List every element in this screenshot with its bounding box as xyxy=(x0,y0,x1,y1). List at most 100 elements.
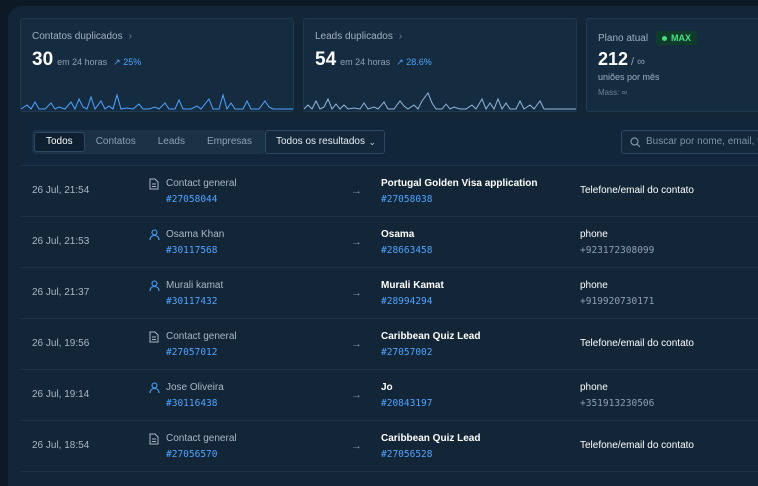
row-date: 26 Jul, 21:54 xyxy=(32,185,90,196)
row-date: 26 Jul, 21:37 xyxy=(32,287,90,298)
stat-card-plano[interactable]: Plano atual MAX 212/ ∞ uniões por mês Mas… xyxy=(586,18,758,112)
user-icon xyxy=(149,382,160,394)
document-icon xyxy=(149,178,159,190)
source-id-link[interactable]: #27057012 xyxy=(166,347,217,358)
search-icon xyxy=(630,137,641,148)
target-id-link[interactable]: #28663458 xyxy=(381,245,432,256)
match-field: Telefone/email do contato xyxy=(580,338,694,349)
source-id-link[interactable]: #27058044 xyxy=(166,194,217,205)
stat-card-leads[interactable]: Leads duplicados › 54 em 24 horas ↗ 28.6% xyxy=(303,18,577,112)
tab-todos[interactable]: Todos xyxy=(34,132,85,152)
document-icon xyxy=(149,331,159,343)
table-row[interactable]: 26 Jul, 21:53 Osama Khan #30117568 → Osa… xyxy=(20,217,758,268)
match-field: phone xyxy=(580,382,608,393)
target-name: Caribbean Quiz Lead xyxy=(381,331,481,342)
arrow-right-icon: → xyxy=(351,389,362,401)
status-dot-icon xyxy=(662,36,668,42)
stat-value-leads: 54 em 24 horas ↗ 28.6% xyxy=(315,49,432,71)
table-row[interactable]: 26 Jul, 21:54 Contact general #27058044 … xyxy=(20,166,758,217)
target-id-link[interactable]: #27056528 xyxy=(381,449,432,460)
stat-title-contatos: Contatos duplicados › xyxy=(32,31,132,42)
row-date: 26 Jul, 19:14 xyxy=(32,389,90,400)
plan-title: Plano atual MAX xyxy=(598,31,698,45)
stat-number: 30 xyxy=(32,49,54,70)
arrow-right-icon: → xyxy=(351,185,362,197)
source-id-link[interactable]: #30117432 xyxy=(166,296,217,307)
source-name: Osama Khan xyxy=(166,229,225,240)
table-row[interactable]: 26 Jul, 18:54 Contact general #27056570 … xyxy=(20,421,758,472)
table-row[interactable]: 26 Jul, 19:14 Jose Oliveira #30116438 → … xyxy=(20,370,758,421)
row-date: 26 Jul, 18:54 xyxy=(32,440,90,451)
arrow-right-icon: → xyxy=(351,338,362,350)
target-name: Osama xyxy=(381,229,415,240)
stat-title-text: Contatos duplicados xyxy=(32,31,123,42)
match-field: phone xyxy=(580,229,608,240)
sparkline-leads xyxy=(304,91,576,111)
stat-value-contatos: 30 em 24 horas ↗ 25% xyxy=(32,49,141,71)
plan-usage: 212/ ∞ xyxy=(598,49,645,70)
source-id-link[interactable]: #27056570 xyxy=(166,449,217,460)
filter-toolbar: Todos Contatos Leads Empresas Todos os r… xyxy=(20,118,758,166)
plan-badge-label: MAX xyxy=(671,33,692,43)
filter-tabs: Todos Contatos Leads Empresas xyxy=(32,130,265,154)
plan-usage-limit: / ∞ xyxy=(631,56,646,68)
match-field: Telefone/email do contato xyxy=(580,185,694,196)
table-row[interactable]: 26 Jul, 19:56 Contact general #27057012 … xyxy=(20,319,758,370)
app-frame: Contatos duplicados › 30 em 24 horas ↗ 25% … xyxy=(8,6,758,486)
stat-change: ↗ 28.6% xyxy=(396,57,432,67)
plan-title-text: Plano atual xyxy=(598,33,649,44)
target-name: Caribbean Quiz Lead xyxy=(381,433,481,444)
user-icon xyxy=(149,229,160,241)
source-id-link[interactable]: #30116438 xyxy=(166,398,217,409)
tab-leads[interactable]: Leads xyxy=(147,132,196,152)
chevron-down-icon: ⌄ xyxy=(368,137,376,147)
sparkline-contatos xyxy=(21,93,293,111)
target-id-link[interactable]: #20843197 xyxy=(381,398,432,409)
target-id-link[interactable]: #28994294 xyxy=(381,296,432,307)
row-date: 26 Jul, 21:53 xyxy=(32,236,90,247)
source-name: Contact general xyxy=(166,331,237,342)
arrow-right-icon: → xyxy=(351,440,362,452)
search-input[interactable]: Buscar por nome, email, telefone xyxy=(621,130,758,154)
match-value: +351913230506 xyxy=(580,398,655,409)
source-id-link[interactable]: #30117568 xyxy=(166,245,217,256)
stat-period: em 24 horas xyxy=(340,57,391,67)
stat-number: 54 xyxy=(315,49,337,70)
target-name: Jo xyxy=(381,382,393,393)
plan-badge: MAX xyxy=(656,31,698,45)
arrow-right-icon: → xyxy=(351,236,362,248)
row-date: 26 Jul, 19:56 xyxy=(32,338,90,349)
source-name: Contact general xyxy=(166,433,237,444)
results-select-value: Todos os resultados xyxy=(276,136,365,147)
stat-title-text: Leads duplicados xyxy=(315,31,393,42)
user-icon xyxy=(149,280,160,292)
target-name: Portugal Golden Visa application xyxy=(381,178,538,189)
match-field: phone xyxy=(580,280,608,291)
target-id-link[interactable]: #27057002 xyxy=(381,347,432,358)
plan-usage-value: 212 xyxy=(598,49,629,69)
duplicates-list: 26 Jul, 21:54 Contact general #27058044 … xyxy=(20,166,758,472)
chevron-right-icon: › xyxy=(398,31,403,42)
source-name: Contact general xyxy=(166,178,237,189)
table-row[interactable]: 26 Jul, 21:37 Murali kamat #30117432 → M… xyxy=(20,268,758,319)
document-icon xyxy=(149,433,159,445)
chevron-right-icon: › xyxy=(128,31,132,42)
match-value: +919920730171 xyxy=(580,296,655,307)
stat-period: em 24 horas xyxy=(57,57,108,67)
match-field: Telefone/email do contato xyxy=(580,440,694,451)
tab-empresas[interactable]: Empresas xyxy=(196,132,263,152)
stat-change: ↗ 25% xyxy=(113,57,142,67)
results-select[interactable]: Todos os resultados ⌄ xyxy=(265,130,385,154)
plan-unit: uniões por mês xyxy=(598,72,660,82)
match-value: +923172308099 xyxy=(580,245,655,256)
arrow-right-icon: → xyxy=(351,287,362,299)
target-id-link[interactable]: #27058038 xyxy=(381,194,432,205)
source-name: Jose Oliveira xyxy=(166,382,224,393)
plan-mass: Mass: ∞ xyxy=(598,88,628,97)
target-name: Murali Kamat xyxy=(381,280,444,291)
stat-title-leads: Leads duplicados › xyxy=(315,31,402,42)
stat-card-contatos[interactable]: Contatos duplicados › 30 em 24 horas ↗ 25% xyxy=(20,18,294,112)
source-name: Murali kamat xyxy=(166,280,224,291)
tab-contatos[interactable]: Contatos xyxy=(85,132,147,152)
search-placeholder: Buscar por nome, email, telefone xyxy=(646,136,758,147)
